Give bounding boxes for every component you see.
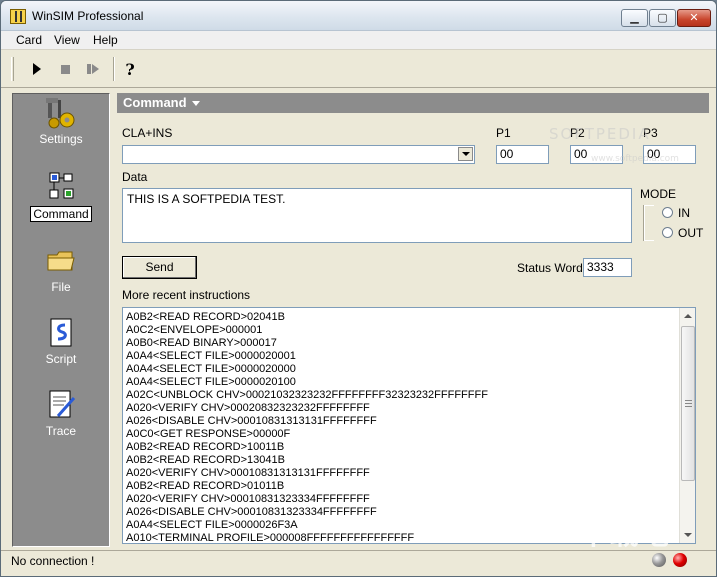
mode-bracket <box>644 205 654 241</box>
send-button[interactable]: Send <box>122 256 197 279</box>
list-item[interactable]: A0A4<SELECT FILE>0000020000 <box>126 363 678 376</box>
mode-out-label[interactable]: OUT <box>678 226 703 240</box>
sidebar-label-script: Script <box>45 352 77 366</box>
list-item[interactable]: A020<VERIFY CHV>00020832323232FFFFFFFF <box>126 402 678 415</box>
scroll-thumb[interactable] <box>681 326 695 481</box>
status-word-label: Status Word <box>517 261 583 275</box>
list-item[interactable]: A0B0<READ BINARY>000017 <box>126 337 678 350</box>
data-label: Data <box>122 170 148 184</box>
window-title: WinSIM Professional <box>32 9 144 23</box>
sidebar-label-file: File <box>51 280 71 294</box>
command-icon <box>44 170 78 204</box>
command-header-label: Command <box>123 95 187 110</box>
vertical-scrollbar[interactable] <box>679 308 695 543</box>
site-logo-watermark: 下载吧 <box>579 517 669 552</box>
cla-ins-label: CLA+INS <box>122 126 173 140</box>
mode-label: MODE <box>640 187 676 201</box>
maximize-button[interactable]: ▢ <box>649 9 676 27</box>
minimize-button[interactable]: ▁ <box>621 9 648 27</box>
menu-bar: Card View Help <box>1 31 716 50</box>
help-icon: ? <box>125 59 135 79</box>
status-bar: No connection ! <box>1 550 716 576</box>
scroll-down-button[interactable] <box>681 528 695 542</box>
gray-led-icon <box>652 553 666 567</box>
stop-button[interactable] <box>54 58 76 80</box>
mode-group: MODE IN OUT <box>640 187 706 247</box>
status-word-field: 3333 <box>583 258 632 277</box>
run-button[interactable] <box>26 58 48 80</box>
list-item[interactable]: A0B2<READ RECORD>01011B <box>126 480 678 493</box>
list-item[interactable]: A020<VERIFY CHV>00010831313131FFFFFFFF <box>126 467 678 480</box>
help-button[interactable]: ? <box>119 58 141 80</box>
softpedia-watermark: SOFTPEDIA <box>549 125 651 143</box>
list-item[interactable]: A02C<UNBLOCK CHV>00021032323232FFFFFFFF3… <box>126 389 678 402</box>
list-item[interactable]: A0C2<ENVELOPE>000001 <box>126 324 678 337</box>
red-led-icon <box>673 553 687 567</box>
chevron-up-icon <box>684 314 692 318</box>
softpedia-url-watermark: www.softpedia.com <box>591 154 679 164</box>
scroll-up-button[interactable] <box>681 309 695 323</box>
menu-card[interactable]: Card <box>11 32 47 48</box>
sidebar-item-script[interactable]: Script <box>13 316 109 366</box>
connection-status: No connection ! <box>11 554 95 568</box>
folder-icon <box>44 244 78 278</box>
list-item[interactable]: A026<DISABLE CHV>00010831313131FFFFFFFF <box>126 415 678 428</box>
combo-dropdown-button[interactable] <box>458 147 473 161</box>
sidebar-label-settings: Settings <box>39 132 83 146</box>
command-header[interactable]: Command <box>117 93 709 113</box>
toolbar-grip <box>11 57 14 81</box>
p1-field[interactable]: 00 <box>496 145 549 164</box>
recent-instructions-label: More recent instructions <box>122 288 251 302</box>
settings-icon <box>44 96 78 130</box>
mode-in-label[interactable]: IN <box>678 206 690 220</box>
chevron-down-icon <box>684 533 692 537</box>
mode-in-radio[interactable] <box>662 207 673 218</box>
menu-help[interactable]: Help <box>88 32 123 48</box>
sidebar-item-command[interactable]: Command <box>13 170 109 222</box>
sidebar-item-trace[interactable]: Trace <box>13 388 109 438</box>
stop-icon <box>60 64 70 74</box>
sidebar-item-settings[interactable]: Settings <box>13 96 109 146</box>
sidebar: Settings Command File Script Trace <box>12 93 110 547</box>
sidebar-label-command: Command <box>30 206 92 222</box>
toolbar: ? <box>1 50 716 88</box>
p1-label: P1 <box>496 126 511 140</box>
data-input[interactable]: THIS IS A SOFTPEDIA TEST. <box>122 188 632 243</box>
mode-out-radio[interactable] <box>662 227 673 238</box>
list-item[interactable]: A0A4<SELECT FILE>0000020100 <box>126 376 678 389</box>
app-window: WinSIM Professional ▁ ▢ ✕ Card View Help… <box>0 0 717 577</box>
play-icon <box>33 63 41 75</box>
script-icon <box>44 316 78 350</box>
cla-ins-combo[interactable] <box>122 145 475 164</box>
list-item[interactable]: A020<VERIFY CHV>00010831323334FFFFFFFF <box>126 493 678 506</box>
list-item[interactable]: A0B2<READ RECORD>10011B <box>126 441 678 454</box>
winsim-app-icon <box>10 9 26 24</box>
sidebar-item-file[interactable]: File <box>13 244 109 294</box>
sidebar-label-trace: Trace <box>45 424 77 438</box>
menu-view[interactable]: View <box>49 32 85 48</box>
list-item[interactable]: A0B2<READ RECORD>13041B <box>126 454 678 467</box>
close-button[interactable]: ✕ <box>677 9 711 27</box>
chevron-down-icon <box>191 101 200 107</box>
list-item[interactable]: A0C0<GET RESPONSE>00000F <box>126 428 678 441</box>
list-item[interactable]: A0B2<READ RECORD>02041B <box>126 311 678 324</box>
title-bar: WinSIM Professional ▁ ▢ ✕ <box>1 1 716 31</box>
list-item[interactable]: A0A4<SELECT FILE>0000020001 <box>126 350 678 363</box>
toolbar-separator <box>113 57 115 81</box>
trace-icon <box>44 388 78 422</box>
step-button[interactable] <box>82 58 104 80</box>
step-icon <box>87 64 99 74</box>
chevron-down-icon <box>461 152 470 156</box>
